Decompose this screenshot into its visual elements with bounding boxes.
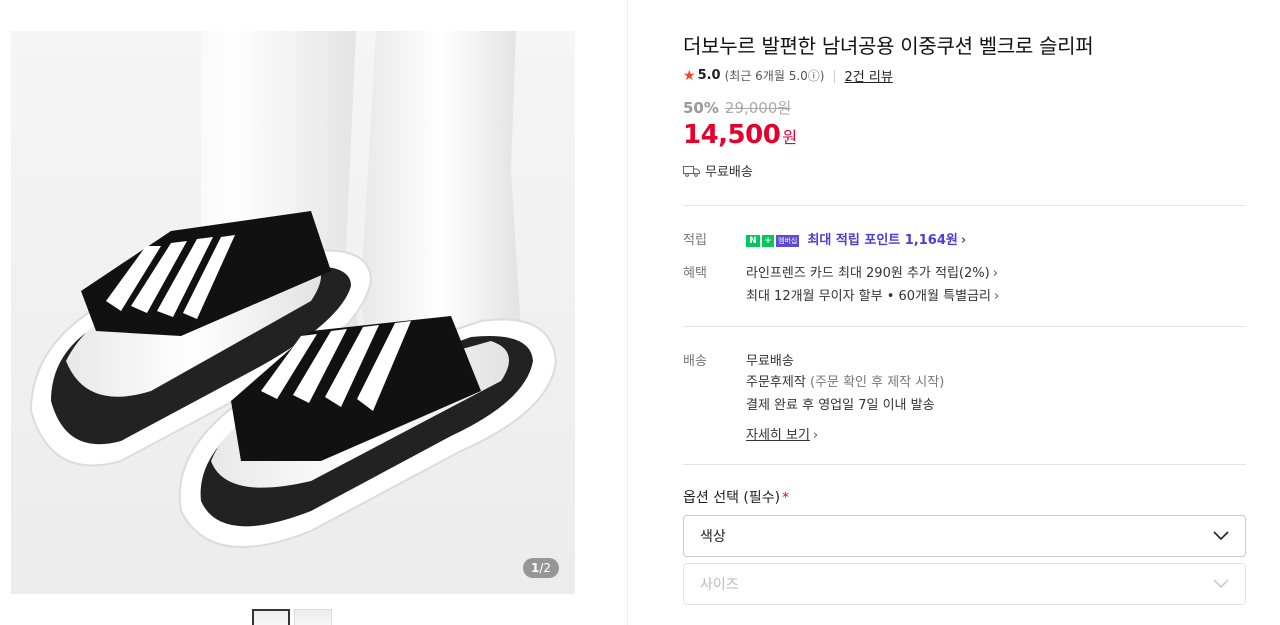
delivery-free: 무료배송 [746, 354, 794, 369]
chevron-right-icon: › [960, 233, 967, 248]
option-section-title: 옵션 선택 (필수) * [683, 490, 790, 506]
chevron-right-icon: › [993, 289, 1000, 304]
sale-price: 14,500 [683, 120, 781, 150]
slipper-illustration [11, 31, 575, 594]
truck-icon [683, 165, 700, 177]
size-select[interactable]: 사이즈 [683, 563, 1246, 605]
max-points-text: 최대 적립 포인트 1,164원 [807, 233, 958, 248]
delivery-label: 배송 [683, 354, 707, 369]
required-mark: * [782, 490, 790, 506]
divider: | [832, 68, 837, 83]
naverpay-membership-badge: N + 멤버십 [746, 234, 800, 247]
thumbnail-1[interactable] [252, 609, 290, 625]
shipping-summary: 무료배송 [683, 161, 753, 180]
divider-line [683, 326, 1246, 327]
rating-row: ★ 5.0 (최근 6개월 5.0ⓘ) | 2건 리뷰 [683, 66, 893, 86]
chevron-right-icon: › [992, 266, 998, 281]
benefit-card-line[interactable]: 라인프렌즈 카드 최대 290원 추가 적립(2%) › [746, 262, 998, 281]
original-price: 29,000원 [724, 99, 792, 117]
color-select[interactable]: 색상 [683, 515, 1246, 557]
delivery-dispatch: 결제 완료 후 영업일 7일 이내 발송 [746, 398, 935, 413]
thumb-next-arrow[interactable]: › [336, 621, 352, 625]
recent-rating[interactable]: (최근 6개월 5.0ⓘ) [725, 67, 825, 84]
points-value[interactable]: N + 멤버십 최대 적립 포인트 1,164원 › [746, 229, 966, 248]
product-main-image[interactable]: 1/2 [11, 31, 575, 594]
size-select-label: 사이즈 [700, 577, 739, 593]
shipping-text: 무료배송 [705, 165, 753, 180]
discount-row: 50% 29,000원 [683, 97, 791, 118]
delivery-made-to-order: 주문후제작 (주문 확인 후 제작 시작) [746, 375, 945, 390]
thumbnail-strip: ‹ › [232, 609, 352, 625]
chevron-down-icon [1213, 531, 1229, 541]
product-gallery: 1/2 ‹ › [0, 0, 628, 625]
chevron-right-icon: › [812, 428, 819, 443]
benefit-label: 혜택 [683, 266, 707, 281]
points-label: 적립 [683, 233, 707, 248]
discount-rate: 50% [683, 98, 719, 117]
thumbnail-2[interactable] [294, 609, 332, 625]
divider-line [683, 464, 1246, 465]
delivery-details-link[interactable]: 자세히 보기 › [746, 424, 818, 443]
chevron-down-icon [1213, 579, 1229, 589]
color-select-label: 색상 [700, 529, 726, 545]
star-icon: ★ [683, 67, 696, 84]
price-row: 14,500 원 [683, 120, 797, 150]
rating-score: 5.0 [697, 68, 721, 83]
image-pager: 1/2 [522, 558, 559, 578]
benefit-installment-line[interactable]: 최대 12개월 무이자 할부 • 60개월 특별금리 › [746, 285, 999, 304]
review-count-link[interactable]: 2건 리뷰 [845, 66, 893, 85]
product-title: 더보누르 발편한 남녀공용 이중쿠션 벨크로 슬리퍼 [683, 34, 1094, 58]
currency-unit: 원 [782, 128, 798, 147]
thumb-prev-arrow[interactable]: ‹ [232, 621, 248, 625]
divider-line [683, 205, 1246, 206]
